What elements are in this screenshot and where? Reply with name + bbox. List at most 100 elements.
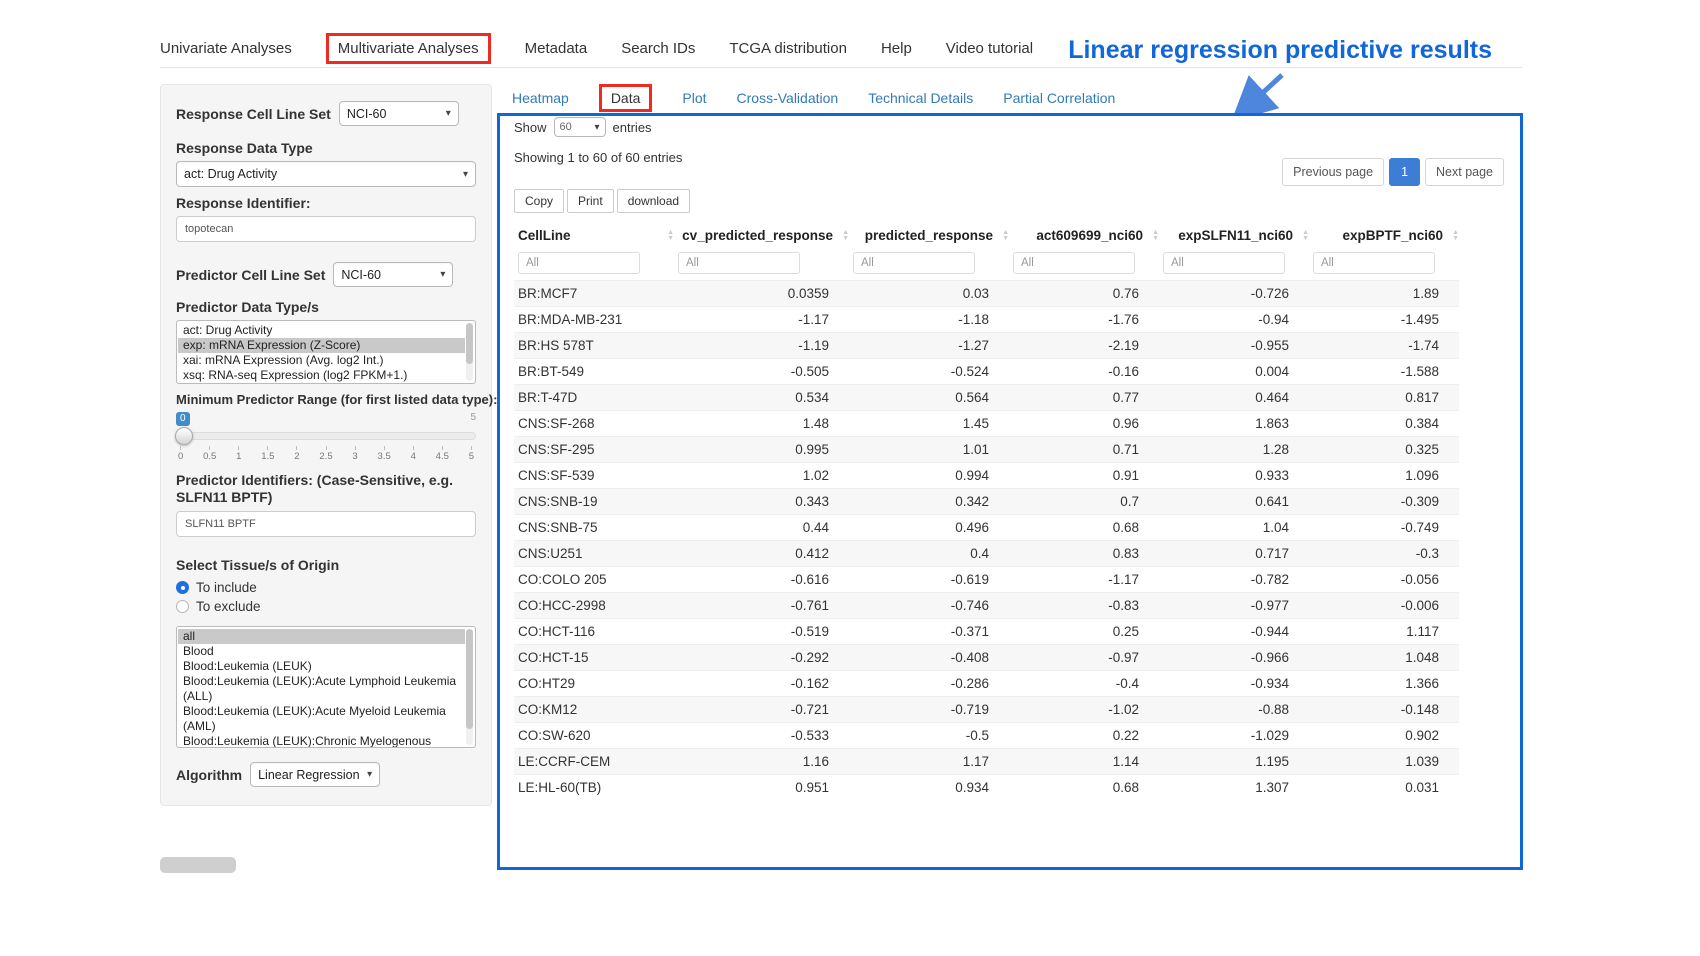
radio-to-include[interactable]: To include [176, 578, 476, 597]
table-row[interactable]: CO:KM12-0.721-0.719-1.02-0.88-0.148 [514, 697, 1459, 723]
sort-icon[interactable] [1302, 230, 1309, 242]
slider-handle[interactable] [175, 427, 193, 445]
column-filter-cv-predicted-response[interactable] [678, 252, 800, 274]
column-header-cv-predicted-response[interactable]: cv_predicted_response [674, 222, 849, 249]
table-row[interactable]: BR:BT-549-0.505-0.524-0.160.004-1.588 [514, 359, 1459, 385]
table-row[interactable]: CO:HCT-15-0.292-0.408-0.97-0.9661.048 [514, 645, 1459, 671]
table-cell: 0.994 [849, 463, 1009, 489]
table-row[interactable]: CNS:SNB-750.440.4960.681.04-0.749 [514, 515, 1459, 541]
select-value: Linear Regression [258, 768, 359, 782]
slider-tick-label: 3.5 [378, 446, 391, 462]
nav-item-help[interactable]: Help [881, 40, 912, 57]
download-button[interactable]: download [617, 189, 690, 213]
table-row[interactable]: CNS:SF-5391.020.9940.910.9331.096 [514, 463, 1459, 489]
tab-data[interactable]: Data [599, 84, 653, 112]
predictor-identifiers-input[interactable]: SLFN11 BPTF [176, 511, 476, 537]
copy-button[interactable]: Copy [514, 189, 564, 213]
radio-button-icon[interactable] [176, 581, 189, 594]
tab-technical-details[interactable]: Technical Details [868, 90, 973, 106]
table-cell: 0.464 [1159, 385, 1309, 411]
column-filter-cellline[interactable] [518, 252, 640, 274]
table-row[interactable]: LE:HL-60(TB)0.9510.9340.681.3070.031 [514, 775, 1459, 801]
tab-plot[interactable]: Plot [682, 90, 706, 106]
predictor-data-type-list[interactable]: act: Drug Activityexp: mRNA Expression (… [176, 320, 476, 384]
column-header-act609699-nci60[interactable]: act609699_nci60 [1009, 222, 1159, 249]
current-page-button[interactable]: 1 [1389, 158, 1420, 186]
table-row[interactable]: CNS:SNB-190.3430.3420.70.641-0.309 [514, 489, 1459, 515]
response-identifier-input[interactable]: topotecan [176, 216, 476, 242]
slider-track[interactable] [176, 432, 476, 440]
column-header-predicted-response[interactable]: predicted_response [849, 222, 1009, 249]
column-filter-expbptf-nci60[interactable] [1313, 252, 1435, 274]
algorithm-select[interactable]: Linear Regression ▾ [250, 762, 380, 787]
nav-item-multivariate-analyses[interactable]: Multivariate Analyses [326, 33, 491, 64]
table-row[interactable]: CNS:SF-2681.481.450.961.8630.384 [514, 411, 1459, 437]
sort-icon[interactable] [667, 230, 674, 242]
option-act-drug-activity[interactable]: act: Drug Activity [178, 323, 465, 338]
column-filter-predicted-response[interactable] [853, 252, 975, 274]
predictor-cell-line-set-select[interactable]: NCI-60 ▾ [333, 262, 453, 287]
tissue-list[interactable]: allBloodBlood:Leukemia (LEUK)Blood:Leuke… [176, 626, 476, 748]
filter-cell [849, 249, 1009, 281]
column-header-expbptf-nci60[interactable]: expBPTF_nci60 [1309, 222, 1459, 249]
scrollbar[interactable] [466, 629, 473, 745]
nav-item-metadata[interactable]: Metadata [525, 40, 588, 57]
tab-partial-correlation[interactable]: Partial Correlation [1003, 90, 1115, 106]
table-cell: -0.97 [1009, 645, 1159, 671]
nav-item-tcga-distribution[interactable]: TCGA distribution [729, 40, 847, 57]
column-header-expslfn11-nci60[interactable]: expSLFN11_nci60 [1159, 222, 1309, 249]
sort-icon[interactable] [1152, 230, 1159, 242]
option-exp-mrna-expression-z-score[interactable]: exp: mRNA Expression (Z-Score) [178, 338, 465, 353]
table-row[interactable]: CO:HCT-116-0.519-0.3710.25-0.9441.117 [514, 619, 1459, 645]
print-button[interactable]: Print [567, 189, 614, 213]
scrollbar-thumb[interactable] [466, 323, 473, 364]
column-filter-expslfn11-nci60[interactable] [1163, 252, 1285, 274]
table-cell: CO:HCT-15 [514, 645, 674, 671]
table-row[interactable]: CO:SW-620-0.533-0.50.22-1.0290.902 [514, 723, 1459, 749]
tab-cross-validation[interactable]: Cross-Validation [737, 90, 839, 106]
show-entries-select[interactable]: 60 ▾ [554, 117, 606, 137]
radio-to-exclude[interactable]: To exclude [176, 597, 476, 616]
response-data-type-select[interactable]: act: Drug Activity ▾ [176, 161, 476, 187]
sort-icon[interactable] [842, 230, 849, 242]
table-row[interactable]: CO:HCC-2998-0.761-0.746-0.83-0.977-0.006 [514, 593, 1459, 619]
table-row[interactable]: CO:HT29-0.162-0.286-0.4-0.9341.366 [514, 671, 1459, 697]
table-row[interactable]: CNS:SF-2950.9951.010.711.280.325 [514, 437, 1459, 463]
min-predictor-range-slider[interactable]: 0 5 00.511.522.533.544.55 [176, 412, 476, 464]
next-page-button[interactable]: Next page [1425, 158, 1504, 186]
sort-icon[interactable] [1002, 230, 1009, 242]
table-cell: 0.343 [674, 489, 849, 515]
previous-page-button[interactable]: Previous page [1282, 158, 1384, 186]
table-row[interactable]: BR:HS 578T-1.19-1.27-2.19-0.955-1.74 [514, 333, 1459, 359]
option-blood-leukemia-leuk-acute-lymphoid-leukemia-all[interactable]: Blood:Leukemia (LEUK):Acute Lymphoid Leu… [178, 674, 465, 704]
scrollbar-thumb[interactable] [466, 629, 473, 729]
nav-item-video-tutorial[interactable]: Video tutorial [946, 40, 1033, 57]
response-cell-line-set-select[interactable]: NCI-60 ▾ [339, 101, 459, 126]
table-row[interactable]: BR:MDA-MB-231-1.17-1.18-1.76-0.94-1.495 [514, 307, 1459, 333]
table-row[interactable]: BR:T-47D0.5340.5640.770.4640.817 [514, 385, 1459, 411]
nav-item-univariate-analyses[interactable]: Univariate Analyses [160, 40, 292, 57]
column-header-label: act609699_nci60 [1036, 228, 1143, 243]
table-cell: 1.45 [849, 411, 1009, 437]
tab-heatmap[interactable]: Heatmap [512, 90, 569, 106]
table-row[interactable]: CNS:U2510.4120.40.830.717-0.3 [514, 541, 1459, 567]
table-row[interactable]: LE:CCRF-CEM1.161.171.141.1951.039 [514, 749, 1459, 775]
scrollbar[interactable] [466, 323, 473, 381]
column-filter-act609699-nci60[interactable] [1013, 252, 1135, 274]
table-cell: 1.366 [1309, 671, 1459, 697]
option-xsq-rna-seq-expression-log2-fpkm-1[interactable]: xsq: RNA-seq Expression (log2 FPKM+1.) [178, 368, 465, 383]
column-header-cellline[interactable]: CellLine [514, 222, 674, 249]
option-all[interactable]: all [178, 629, 465, 644]
option-blood[interactable]: Blood [178, 644, 465, 659]
response-cell-line-set-label: Response Cell Line Set [176, 106, 331, 122]
radio-label: To include [196, 580, 257, 595]
option-xai-mrna-expression-avg-log2-int[interactable]: xai: mRNA Expression (Avg. log2 Int.) [178, 353, 465, 368]
table-row[interactable]: BR:MCF70.03590.030.76-0.7261.89 [514, 281, 1459, 307]
table-row[interactable]: CO:COLO 205-0.616-0.619-1.17-0.782-0.056 [514, 567, 1459, 593]
option-blood-leukemia-leuk[interactable]: Blood:Leukemia (LEUK) [178, 659, 465, 674]
sort-icon[interactable] [1452, 230, 1459, 242]
option-blood-leukemia-leuk-chronic-myelogenous-leukemia-cml[interactable]: Blood:Leukemia (LEUK):Chronic Myelogenou… [178, 734, 465, 748]
nav-item-search-ids[interactable]: Search IDs [621, 40, 695, 57]
radio-button-icon[interactable] [176, 600, 189, 613]
option-blood-leukemia-leuk-acute-myeloid-leukemia-aml[interactable]: Blood:Leukemia (LEUK):Acute Myeloid Leuk… [178, 704, 465, 734]
